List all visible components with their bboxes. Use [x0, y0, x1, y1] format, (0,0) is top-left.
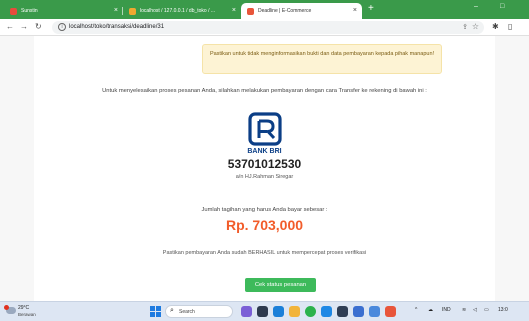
- weather-condition: Berawan: [18, 312, 36, 317]
- copilot-icon[interactable]: [241, 306, 252, 317]
- notification-badge: [4, 305, 9, 310]
- chrome-icon[interactable]: [305, 306, 316, 317]
- volume-icon[interactable]: ◁: [473, 307, 477, 313]
- wifi-icon[interactable]: ≋: [462, 307, 466, 313]
- verification-note: Pastikan pembayaran Anda sudah BERHASIL …: [162, 250, 367, 256]
- tray-chevron-icon[interactable]: ^: [415, 307, 417, 313]
- transfer-instruction: Untuk menyelesaikan proses pesanan Anda,…: [102, 88, 427, 94]
- forward-arrow-icon[interactable]: →: [20, 21, 28, 33]
- close-tab-icon[interactable]: ×: [232, 7, 236, 14]
- extension-icon[interactable]: ✱: [492, 22, 499, 31]
- maximize-button[interactable]: □: [500, 3, 504, 10]
- new-tab-button[interactable]: +: [368, 3, 374, 15]
- terminal-icon[interactable]: [337, 306, 348, 317]
- site-info-icon[interactable]: i: [58, 23, 66, 31]
- bank-bri-logo-icon: [248, 112, 282, 146]
- back-arrow-icon[interactable]: ←: [6, 21, 14, 33]
- url-input[interactable]: i localhost/toko/transaksi/deadline/31 ⇪…: [52, 21, 484, 34]
- word-icon[interactable]: [369, 306, 380, 317]
- tab-deadline[interactable]: Deadline | E-Commerce ×: [241, 3, 362, 19]
- tab-title: Sunstin: [21, 8, 38, 14]
- account-number: 53701012530: [227, 157, 302, 171]
- tab-favicon-icon: [10, 7, 17, 15]
- battery-icon[interactable]: ▭: [484, 307, 489, 313]
- check-order-status-button[interactable]: Cek status pesanan: [245, 278, 316, 292]
- bank-name: BANK BRI: [247, 148, 282, 155]
- taskbar-search-input[interactable]: ⌕ Search: [165, 305, 233, 318]
- page-background: Pastikan untuk tidak menginformasikan bu…: [0, 36, 529, 301]
- search-icon: ⌕: [170, 307, 174, 314]
- windows-start-icon[interactable]: [150, 306, 161, 317]
- share-icon[interactable]: ⇪: [462, 23, 468, 31]
- amount-label: Jumlah tagihan yang harus Anda bayar seb…: [201, 207, 328, 213]
- search-label: Search: [179, 309, 195, 315]
- url-text: localhost/toko/transaksi/deadline/31: [69, 24, 165, 30]
- warning-alert: Pastikan untuk tidak menginformasikan bu…: [202, 44, 442, 74]
- tab-favicon-icon: [129, 7, 136, 15]
- amount-due: Rp. 703,000: [225, 217, 304, 233]
- browser-tab-bar: Sunstin × localhost / 127.0.0.1 / db_tok…: [0, 0, 529, 19]
- tab-phpmyadmin[interactable]: localhost / 127.0.0.1 / db_toko / ... ×: [123, 3, 241, 19]
- weather-temp: 29°C: [18, 305, 30, 311]
- address-bar-row: ← → ↻ i localhost/toko/transaksi/deadlin…: [0, 19, 529, 36]
- edge-icon[interactable]: [273, 306, 284, 317]
- tab-title: Deadline | E-Commerce: [258, 8, 312, 14]
- store-icon[interactable]: [321, 306, 332, 317]
- minimize-button[interactable]: –: [474, 3, 478, 10]
- language-indicator[interactable]: IND: [442, 307, 451, 313]
- taskbar: 29°C Berawan ⌕ Search ^ ☁ IND ≋ ◁ ▭ 13:0: [0, 301, 529, 321]
- tab-favicon-icon: [247, 7, 254, 15]
- bookmark-star-icon[interactable]: ☆: [472, 22, 479, 31]
- close-tab-icon[interactable]: ×: [353, 7, 357, 14]
- file-explorer-icon[interactable]: [289, 306, 300, 317]
- cloud-tray-icon[interactable]: ☁: [428, 307, 433, 313]
- task-view-icon[interactable]: [257, 306, 268, 317]
- weather-widget[interactable]: 29°C Berawan: [4, 305, 60, 319]
- tab-sunstin[interactable]: Sunstin ×: [4, 3, 123, 19]
- reload-icon[interactable]: ↻: [35, 21, 42, 33]
- clock[interactable]: 13:0: [498, 307, 508, 313]
- office-icon[interactable]: [385, 306, 396, 317]
- tab-title: localhost / 127.0.0.1 / db_toko / ...: [140, 8, 216, 14]
- sidebar-icon[interactable]: ▯: [508, 22, 512, 31]
- account-holder: a/n HJ.Rahman Siregar: [235, 174, 294, 180]
- close-tab-icon[interactable]: ×: [114, 7, 118, 14]
- vscode-icon[interactable]: [353, 306, 364, 317]
- payment-card: Pastikan untuk tidak menginformasikan bu…: [34, 36, 495, 301]
